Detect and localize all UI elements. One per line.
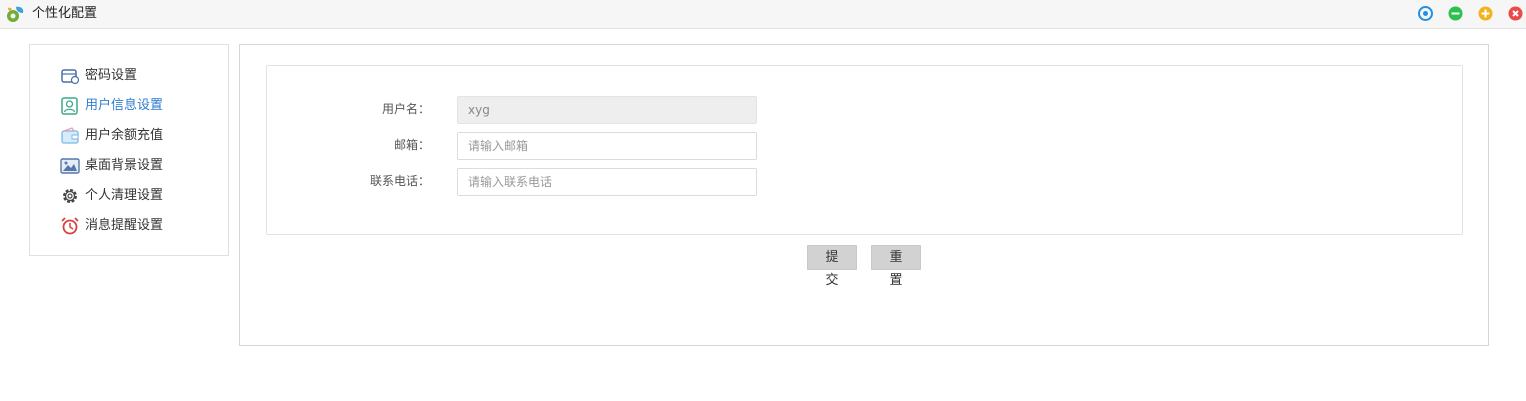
sidebar-item-label: 用户信息设置 — [85, 98, 164, 113]
close-icon[interactable] — [1508, 6, 1523, 21]
sidebar-item-label: 密码设置 — [85, 68, 138, 83]
sidebar-item-label: 桌面背景设置 — [85, 158, 164, 173]
email-row: 邮箱： — [267, 132, 1462, 160]
user-info-form: 用户名： 邮箱： 联系电话： — [266, 65, 1463, 235]
alarm-clock-icon — [60, 216, 80, 236]
settings-sidebar: 密码设置 用户信息设置 用户余额充值 桌面背景设置 个人清理设置 消息提醒设置 — [29, 44, 229, 256]
sidebar-item-user-info[interactable]: 用户信息设置 — [60, 95, 220, 117]
email-label: 邮箱： — [393, 138, 430, 152]
sidebar-item-password[interactable]: 密码设置 — [60, 65, 220, 87]
gear-icon — [60, 186, 80, 206]
user-card-icon — [60, 96, 80, 116]
phone-field[interactable] — [457, 168, 757, 196]
submit-button[interactable]: 提交 — [807, 245, 857, 288]
email-field[interactable] — [457, 132, 757, 160]
window-title: 个性化配置 — [32, 6, 98, 21]
sidebar-item-label: 个人清理设置 — [85, 188, 164, 203]
sidebar-item-label: 消息提醒设置 — [85, 218, 164, 233]
reset-button[interactable]: 重置 — [871, 245, 921, 288]
username-field — [457, 96, 757, 124]
main-panel: 用户名： 邮箱： 联系电话： 提交 重置 — [239, 44, 1489, 346]
wallet-icon — [60, 126, 80, 146]
sidebar-item-cleanup[interactable]: 个人清理设置 — [60, 185, 220, 207]
minimize-icon[interactable] — [1448, 6, 1463, 21]
picture-icon — [60, 156, 80, 176]
settings-icon[interactable] — [1418, 6, 1433, 21]
sidebar-item-notifications[interactable]: 消息提醒设置 — [60, 215, 220, 237]
sidebar-item-label: 用户余额充值 — [85, 128, 164, 143]
username-label: 用户名： — [381, 102, 430, 116]
title-bar: 个性化配置 — [0, 0, 1526, 29]
wallet-lock-icon — [60, 66, 80, 86]
sidebar-item-recharge[interactable]: 用户余额充值 — [60, 125, 220, 147]
phone-label: 联系电话： — [369, 174, 430, 188]
gear-leaf-icon — [5, 5, 25, 24]
username-row: 用户名： — [267, 96, 1462, 124]
maximize-icon[interactable] — [1478, 6, 1493, 21]
phone-row: 联系电话： — [267, 168, 1462, 196]
sidebar-item-desktop-bg[interactable]: 桌面背景设置 — [60, 155, 220, 177]
